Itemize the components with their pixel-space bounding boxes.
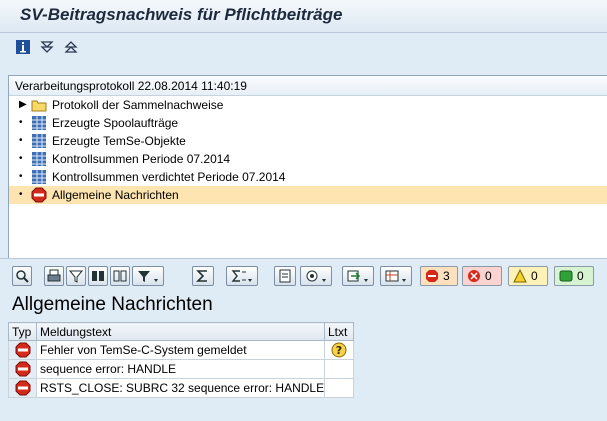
stop-icon	[15, 361, 30, 377]
find-next-icon[interactable]	[110, 266, 130, 286]
views-icon[interactable]	[300, 266, 332, 286]
stop-icon	[426, 270, 438, 282]
tree-item-spool[interactable]: • Erzeugte Spoolaufträge	[9, 114, 607, 132]
tree-item-label: Kontrollsummen verdichtet Periode 07.201…	[52, 170, 286, 184]
filter-icon[interactable]	[66, 266, 86, 286]
type-cell	[8, 359, 37, 379]
title-bar: SV-Beitragsnachweis für Pflichtbeiträge	[0, 0, 607, 33]
export-icon[interactable]	[342, 266, 374, 286]
svg-text:?: ?	[336, 344, 342, 357]
stop-icon	[15, 342, 30, 358]
window-title: SV-Beitragsnachweis für Pflichtbeiträge	[20, 5, 343, 24]
tree-item-temse[interactable]: • Erzeugte TemSe-Objekte	[9, 132, 607, 150]
error-count: 0	[485, 269, 492, 283]
table-icon	[31, 133, 47, 149]
set-filter-icon[interactable]	[132, 266, 164, 286]
tree-item-label: Erzeugte TemSe-Objekte	[52, 134, 186, 148]
table-icon	[31, 115, 47, 131]
info-icon[interactable]	[14, 38, 32, 56]
bullet: •	[19, 189, 23, 200]
table-row[interactable]: sequence error: HANDLE	[8, 359, 354, 379]
table-header-row: Typ Meldungstext Ltxt	[8, 322, 354, 341]
collapse-all-icon[interactable]	[62, 38, 80, 56]
print-icon[interactable]	[44, 266, 64, 286]
question-icon[interactable]: ?	[331, 342, 347, 358]
tree-item-protokoll[interactable]: ▶ Protokoll der Sammelnachweise	[9, 96, 607, 114]
longtext-cell[interactable]: ?	[324, 340, 354, 360]
bullet: •	[19, 117, 23, 128]
print-preview-icon[interactable]	[274, 266, 296, 286]
column-header-typ[interactable]: Typ	[8, 322, 37, 341]
grid-title: Allgemeine Nachrichten	[12, 294, 213, 315]
warning-counter[interactable]: 0	[508, 266, 548, 286]
success-counter[interactable]: 0	[554, 266, 594, 286]
message-text: sequence error: HANDLE	[36, 359, 325, 379]
column-header-ltxt[interactable]: Ltxt	[324, 322, 354, 341]
subtotal-icon[interactable]	[226, 266, 258, 286]
tree-item-allgemeine-nachrichten[interactable]: • Allgemeine Nachrichten	[9, 186, 607, 204]
bullet: •	[19, 135, 23, 146]
find-icon[interactable]	[88, 266, 108, 286]
details-icon[interactable]	[12, 266, 32, 286]
type-cell	[8, 340, 37, 360]
layout-icon[interactable]	[380, 266, 412, 286]
warning-count: 0	[531, 269, 538, 283]
sum-icon[interactable]	[192, 266, 214, 286]
tree-header-text: Verarbeitungsprotokoll 22.08.2014 11:40:…	[15, 79, 247, 93]
application-toolbar	[0, 33, 607, 63]
stop-icon	[31, 187, 47, 203]
longtext-cell	[324, 359, 354, 379]
tree-item-kontrollsummen-verdichtet[interactable]: • Kontrollsummen verdichtet Periode 07.2…	[9, 168, 607, 186]
success-icon	[559, 270, 573, 282]
tree-item-label: Allgemeine Nachrichten	[52, 188, 179, 202]
table-row[interactable]: Fehler von TemSe-C-System gemeldet ?	[8, 340, 354, 360]
expand-all-icon[interactable]	[38, 38, 56, 56]
table-row[interactable]: RSTS_CLOSE: SUBRC 32 sequence error: HAN…	[8, 378, 354, 398]
error-counter[interactable]: 0	[462, 266, 502, 286]
table-icon	[31, 151, 47, 167]
stop-counter[interactable]: 3	[420, 266, 458, 286]
tree-header: Verarbeitungsprotokoll 22.08.2014 11:40:…	[9, 76, 607, 96]
expand-arrow-icon[interactable]: ▶	[19, 96, 29, 114]
folder-icon	[31, 97, 47, 113]
longtext-cell	[324, 378, 354, 398]
success-count: 0	[577, 269, 584, 283]
messages-table: Typ Meldungstext Ltxt Fehler von TemSe-C…	[8, 322, 354, 398]
error-icon	[468, 270, 480, 282]
stop-count: 3	[443, 269, 450, 283]
tree-item-label: Kontrollsummen Periode 07.2014	[52, 152, 231, 166]
message-text: RSTS_CLOSE: SUBRC 32 sequence error: HAN…	[36, 378, 325, 398]
table-icon	[31, 169, 47, 185]
type-cell	[8, 378, 37, 398]
alv-toolbar: 3 0 0 0	[8, 264, 607, 288]
tree-item-label: Protokoll der Sammelnachweise	[52, 98, 224, 112]
tree-item-kontrollsummen[interactable]: • Kontrollsummen Periode 07.2014	[9, 150, 607, 168]
warning-icon	[513, 269, 527, 283]
stop-icon	[15, 380, 30, 396]
log-tree-panel: Verarbeitungsprotokoll 22.08.2014 11:40:…	[8, 75, 607, 259]
bullet: •	[19, 153, 23, 164]
message-text: Fehler von TemSe-C-System gemeldet	[36, 340, 325, 360]
bullet: •	[19, 171, 23, 182]
tree-item-label: Erzeugte Spoolaufträge	[52, 116, 179, 130]
column-header-meldungstext[interactable]: Meldungstext	[36, 322, 325, 341]
